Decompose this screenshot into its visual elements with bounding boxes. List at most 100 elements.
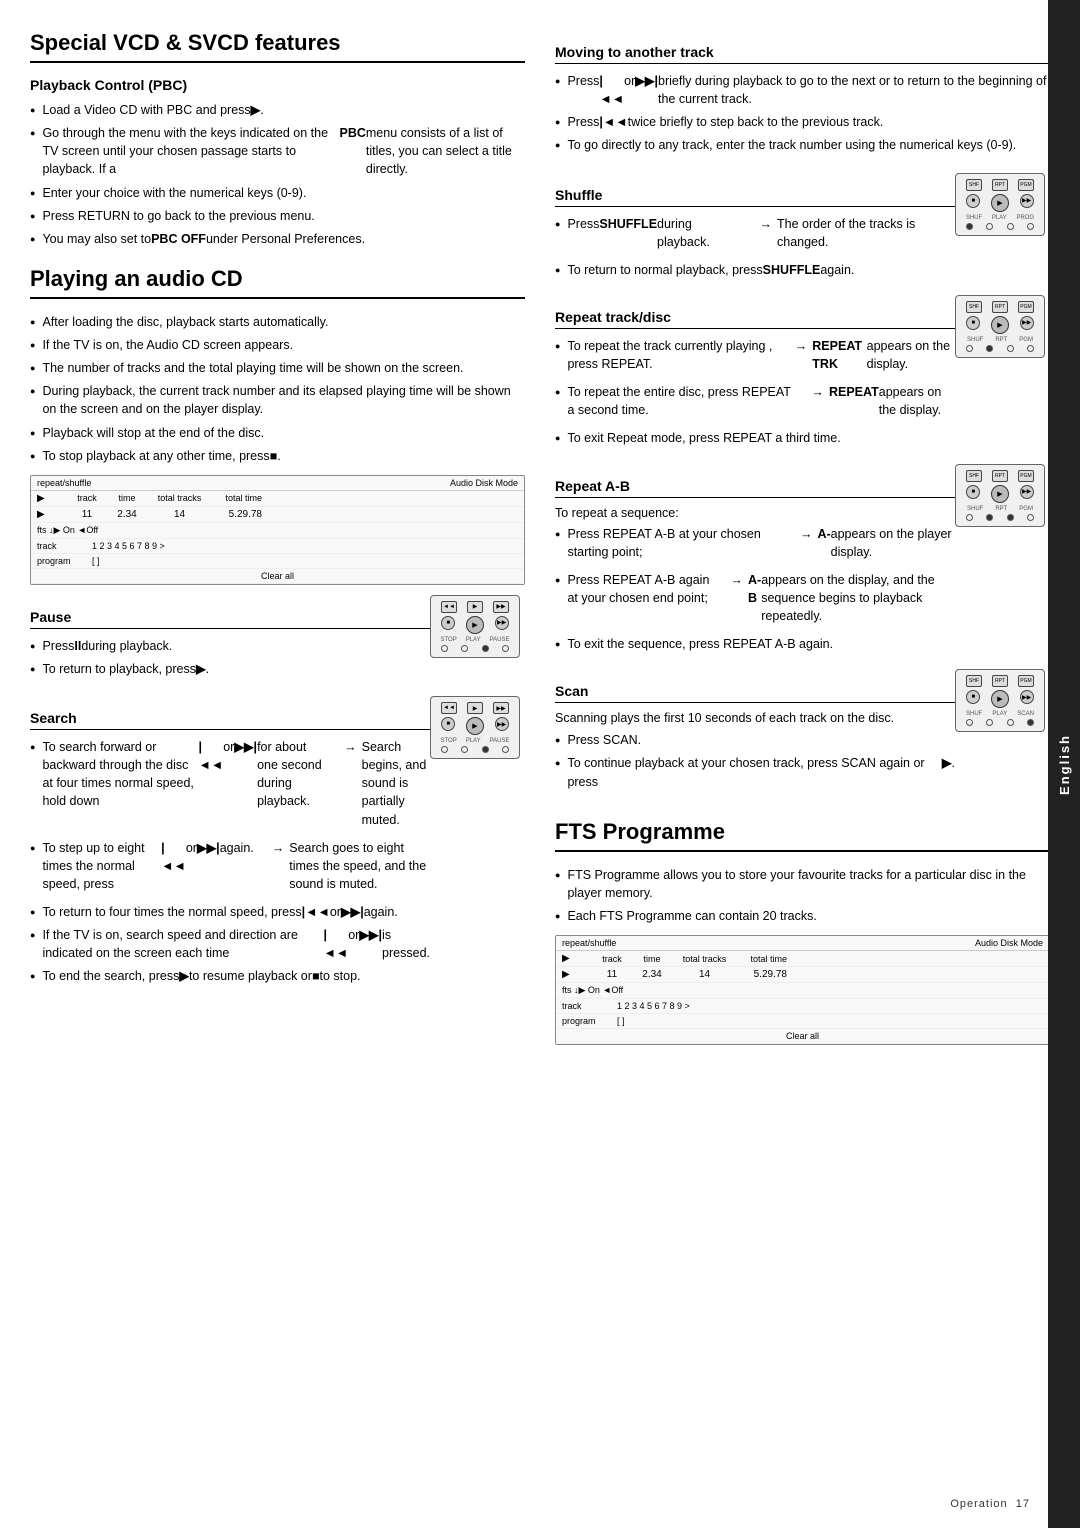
list-item: After loading the disc, playback starts … <box>30 313 525 331</box>
search-section: Search To search forward or backward thr… <box>30 696 525 994</box>
fts-screen-track-val: 11 <box>597 969 627 980</box>
shuffle-arrow: The order of the tracks is changed. <box>760 215 956 251</box>
repeat-panel-mid2: ▶ <box>991 316 1009 334</box>
list-item: Each FTS Programme can contain 20 tracks… <box>555 907 1050 925</box>
shuffle-panel-mid2: ▶ <box>991 194 1009 212</box>
list-item: To return to normal playback, press SHUF… <box>555 261 955 279</box>
repeat-ab-top3: PGM <box>1018 470 1034 482</box>
fts-screen-program-val: [ ] <box>617 1016 625 1026</box>
repeat-dot-1 <box>966 345 973 352</box>
list-item: To exit the sequence, press REPEAT A-B a… <box>555 635 955 653</box>
repeat-ab-dot-1 <box>966 514 973 521</box>
repeat-dot-4 <box>1027 345 1034 352</box>
repeat-ab-mid3: ▶▶ <box>1020 485 1034 499</box>
repeat-ab-mid1: ■ <box>966 485 980 499</box>
pause-title: Pause <box>30 609 430 629</box>
repeat-label-3: PGM <box>1019 337 1033 343</box>
pbc-subtitle: Playback Control (PBC) <box>30 77 525 93</box>
repeat-ab-dot-2 <box>986 514 993 521</box>
screen-track-nums: 1 2 3 4 5 6 7 8 9 > <box>92 541 165 551</box>
repeat-ab-title: Repeat A-B <box>555 478 955 498</box>
fts-title: FTS Programme <box>555 819 1050 852</box>
list-item: To repeat the track currently playing , … <box>555 337 955 378</box>
search-panel-btn-6: ▶▶ <box>495 717 509 731</box>
list-item: Load a Video CD with PBC and press ▶. <box>30 101 525 119</box>
search-panel-btn-1: ◄◄ <box>441 702 457 714</box>
pause-panel: ◄◄ ▶ ▶▶ ■ ▶ ▶▶ STOP PLAY <box>430 595 525 658</box>
shuffle-panel-label3: PROG <box>1016 215 1034 221</box>
panel-btn-4: ■ <box>441 616 455 630</box>
screen-track-row-label: track <box>37 541 82 551</box>
scan-panel: SHF RPT PGM ■ ▶ ▶▶ SHUF PLAY SCAN <box>955 669 1050 732</box>
shuffle-list: Press SHUFFLE during playback. The order… <box>555 215 955 279</box>
fts-screen-track-label-2: track <box>562 1001 607 1011</box>
panel-btn-5: ▶ <box>466 616 484 634</box>
pause-section: Pause Press II during playback. To retur… <box>30 595 525 686</box>
list-item: To exit Repeat mode, press REPEAT a thir… <box>555 429 955 447</box>
scan-title: Scan <box>555 683 955 703</box>
repeat-title: Repeat track/disc <box>555 309 955 329</box>
list-item: If the TV is on, the Audio CD screen app… <box>30 336 525 354</box>
screen-fts-row: fts ↓▶ On ◄Off <box>37 525 98 536</box>
repeat-ab-mid2: ▶ <box>991 485 1009 503</box>
panel-btn-3: ▶▶ <box>493 601 509 613</box>
shuffle-panel-mid3: ▶▶ <box>1020 194 1034 208</box>
screen-total-tracks-val: 14 <box>152 509 207 520</box>
shuffle-panel-label1: SHUF <box>966 215 982 221</box>
scan-label3: SCAN <box>1017 711 1034 717</box>
scan-top3: PGM <box>1018 675 1034 687</box>
section-title-audio-cd: Playing an audio CD <box>30 266 525 299</box>
scan-dot-2 <box>986 719 993 726</box>
scan-list: Press SCAN. To continue playback at your… <box>555 731 955 790</box>
repeat-label-1: SHUF <box>967 337 983 343</box>
shuffle-section: Shuffle Press SHUFFLE during playback. T… <box>555 173 1050 287</box>
list-item: Press REPEAT A-B at your chosen starting… <box>555 525 955 566</box>
fts-screen-time-val: 2.34 <box>637 969 667 980</box>
fts-screen-total-time-label: total time <box>742 954 787 964</box>
list-item: You may also set to PBC OFF under Person… <box>30 230 525 248</box>
list-item: To go directly to any track, enter the t… <box>555 136 1050 154</box>
shuffle-dot-4 <box>1027 223 1034 230</box>
list-item: To stop playback at any other time, pres… <box>30 447 525 465</box>
search-panel-btn-2: ▶ <box>467 702 483 714</box>
shuffle-panel-top2: RPT <box>992 179 1008 191</box>
screen-play-icon: ▶ <box>37 493 62 504</box>
list-item: If the TV is on, search speed and direct… <box>30 926 430 962</box>
list-item: To step up to eight times the normal spe… <box>30 839 430 898</box>
pbc-list: Load a Video CD with PBC and press ▶. Go… <box>30 101 525 248</box>
repeat-ab-dot-3 <box>1007 514 1014 521</box>
scan-label2: PLAY <box>992 711 1007 717</box>
scan-mid3: ▶▶ <box>1020 690 1034 704</box>
list-item: Playback will stop at the end of the dis… <box>30 424 525 442</box>
fts-screen-program-label: program <box>562 1016 607 1026</box>
search-panel-dot-1 <box>441 746 448 753</box>
scan-intro: Scanning plays the first 10 seconds of e… <box>555 711 955 725</box>
panel-label-3: PAUSE <box>490 637 510 643</box>
shuffle-panel-top3: PGM <box>1018 179 1034 191</box>
repeat-ab-intro: To repeat a sequence: <box>555 506 955 520</box>
repeat-ab-label1: SHUF <box>967 506 983 512</box>
shuffle-title: Shuffle <box>555 187 955 207</box>
scan-mid1: ■ <box>966 690 980 704</box>
search-arrow-2: Search goes to eight times the speed, an… <box>272 839 430 893</box>
screen-total-time-val: 5.29.78 <box>217 509 262 520</box>
search-arrow-1: Search begins, and sound is partially mu… <box>344 738 430 829</box>
footer: Operation 17 <box>950 1498 1030 1510</box>
search-panel-btn-5: ▶ <box>466 717 484 735</box>
fts-screen-total-time-val: 5.29.78 <box>742 969 787 980</box>
scan-dot-3 <box>1007 719 1014 726</box>
repeat-list: To repeat the track currently playing , … <box>555 337 955 448</box>
repeat-arrow-1: REPEAT TRK appears on the display. <box>795 337 955 373</box>
fts-screen-header-right: Audio Disk Mode <box>975 938 1043 948</box>
moving-title: Moving to another track <box>555 44 1050 64</box>
fts-screen-total-tracks-val: 14 <box>677 969 732 980</box>
search-panel-btn-4: ■ <box>441 717 455 731</box>
moving-list: Press |◄◄ or ▶▶| briefly during playback… <box>555 72 1050 155</box>
search-title: Search <box>30 710 430 730</box>
repeat-arrow-2: REPEAT appears on the display. <box>811 383 955 419</box>
repeat-ab-list: Press REPEAT A-B at your chosen starting… <box>555 525 955 654</box>
list-item: Press |◄◄ or ▶▶| briefly during playback… <box>555 72 1050 108</box>
search-panel-label-1: STOP <box>440 738 456 744</box>
repeat-panel-top2: RPT <box>992 301 1008 313</box>
repeat-panel-top1: SHF <box>966 301 982 313</box>
